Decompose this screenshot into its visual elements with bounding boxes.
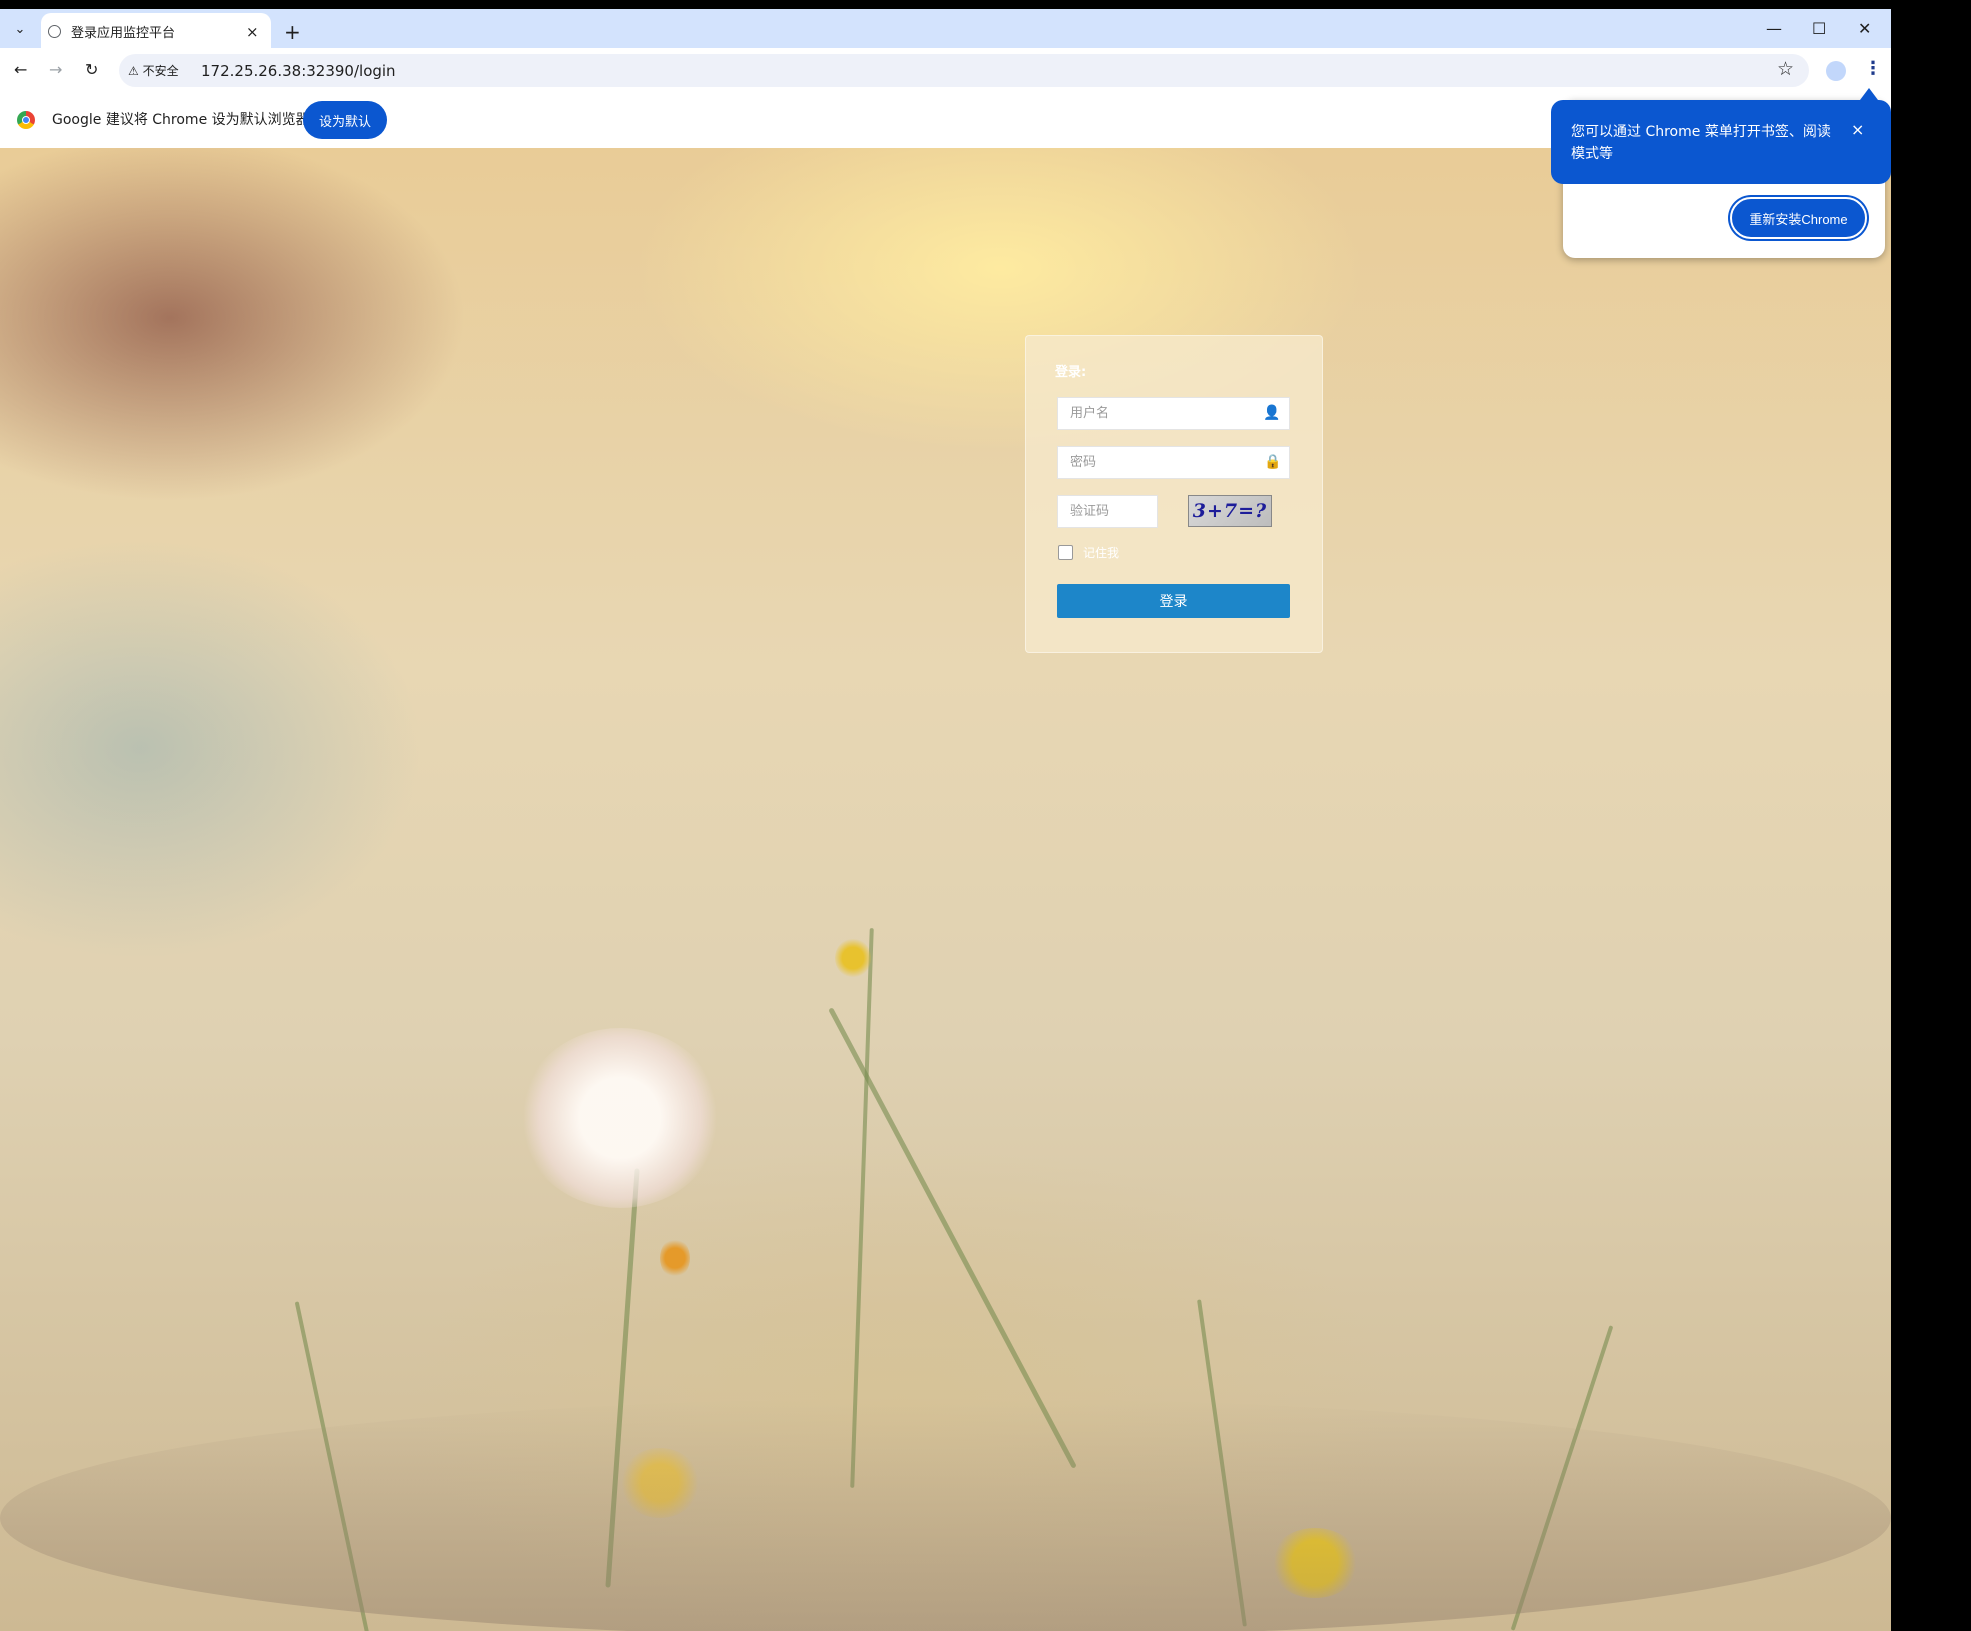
chrome-menu-icon[interactable]: ⋮ xyxy=(1864,60,1882,78)
tab-close-icon[interactable]: × xyxy=(246,24,259,40)
new-tab-button[interactable]: + xyxy=(284,22,301,42)
login-button[interactable]: 登录 xyxy=(1057,584,1290,618)
lock-icon: 🔒 xyxy=(1264,454,1282,470)
tab-search-button[interactable]: ⌄ xyxy=(7,16,33,42)
popup-close-icon[interactable]: × xyxy=(1851,122,1864,138)
remember-me-label[interactable]: 记住我 xyxy=(1083,545,1119,561)
background-image xyxy=(0,148,1891,1631)
chevron-down-icon: ⌄ xyxy=(14,21,26,37)
captcha-input[interactable] xyxy=(1057,495,1158,528)
maximize-icon[interactable]: ☐ xyxy=(1812,21,1826,37)
security-label: 不安全 xyxy=(142,64,179,78)
profile-avatar-icon[interactable] xyxy=(1826,61,1846,81)
popup-arrow xyxy=(1860,88,1878,100)
back-icon[interactable]: ← xyxy=(14,62,27,78)
url-text[interactable]: 172.25.26.38:32390/login xyxy=(201,62,396,80)
reinstall-chrome-button[interactable]: 重新安装Chrome xyxy=(1730,197,1867,239)
user-icon: 👤 xyxy=(1263,405,1281,421)
bookmark-star-icon[interactable]: ☆ xyxy=(1777,59,1794,79)
minimize-icon[interactable]: — xyxy=(1766,21,1782,37)
username-input[interactable] xyxy=(1057,397,1290,430)
popup-message: 您可以通过 Chrome 菜单打开书签、阅读模式等 xyxy=(1571,124,1831,162)
captcha-image[interactable]: 3+7=? xyxy=(1188,495,1272,527)
login-title: 登录: xyxy=(1055,365,1087,380)
tab-title: 登录应用监控平台 xyxy=(71,26,176,41)
security-indicator[interactable]: ⚠ 不安全 xyxy=(128,63,179,79)
globe-icon xyxy=(48,25,61,38)
warning-icon: ⚠ xyxy=(128,64,139,78)
chrome-logo-icon xyxy=(17,111,35,129)
remember-me-checkbox[interactable] xyxy=(1058,545,1073,560)
window-close-icon[interactable]: ✕ xyxy=(1858,21,1871,37)
reload-icon[interactable]: ↻ xyxy=(85,62,98,78)
password-input[interactable] xyxy=(1057,446,1290,479)
set-default-button[interactable]: 设为默认 xyxy=(303,101,387,139)
infobar-message: Google 建议将 Chrome 设为默认浏览器 xyxy=(52,112,310,128)
forward-icon[interactable]: → xyxy=(49,62,62,78)
